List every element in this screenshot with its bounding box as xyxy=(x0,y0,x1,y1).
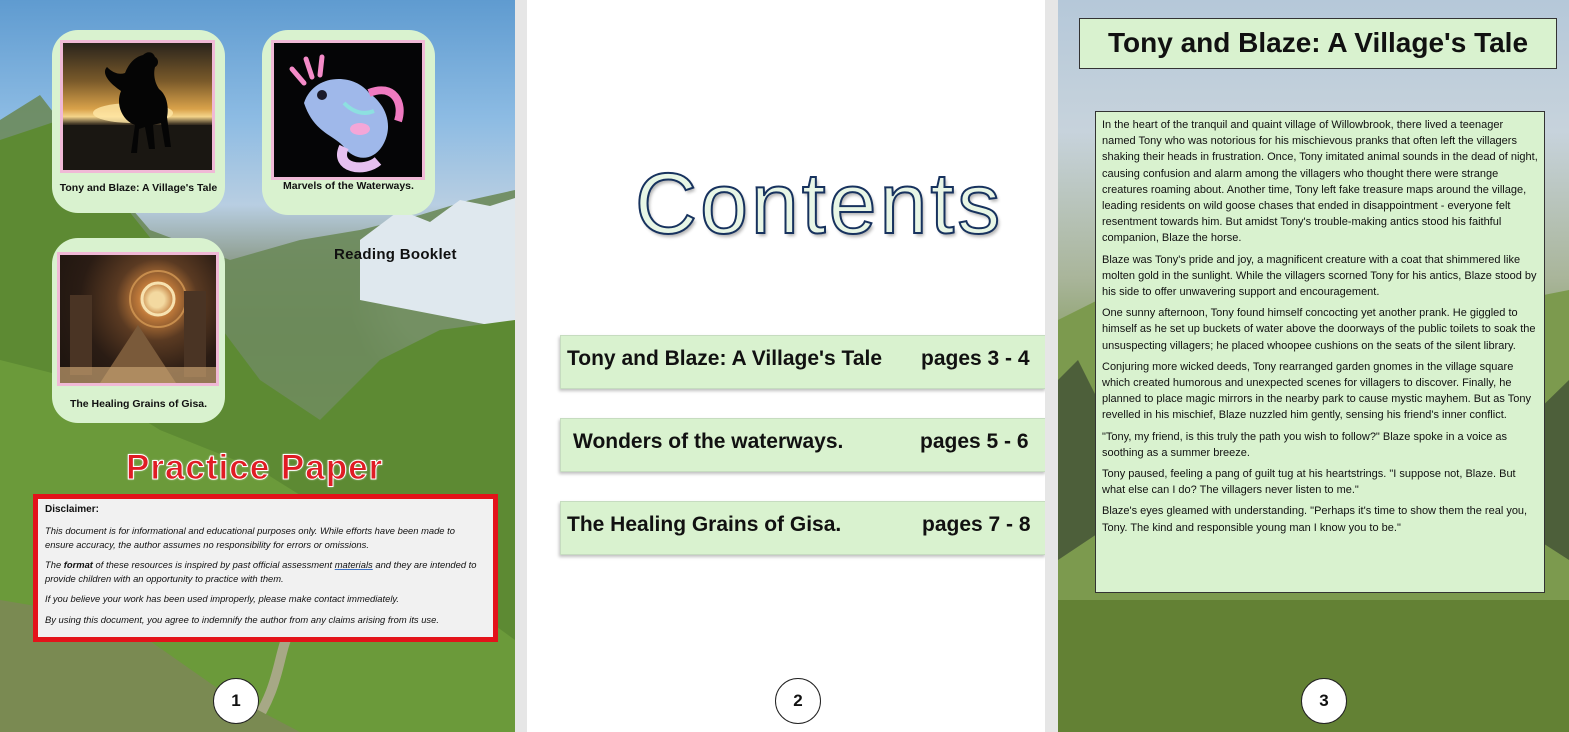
bold-word-format: format xyxy=(63,559,93,570)
toc-entry-pages: pages 3 - 4 xyxy=(921,347,1030,370)
toc-entry-pages: pages 5 - 6 xyxy=(920,430,1029,453)
disclaimer-box: Disclaimer: This document is for informa… xyxy=(33,494,498,642)
toc-entry-title: Wonders of the waterways. xyxy=(573,430,844,453)
story-text-box: In the heart of the tranquil and quaint … xyxy=(1095,111,1545,593)
card-caption: Tony and Blaze: A Village's Tale xyxy=(59,182,218,194)
horse-silhouette-sunset-icon xyxy=(60,40,215,173)
text-span: of these resources is inspired by past o… xyxy=(92,559,335,570)
toc-entry[interactable]: Tony and Blaze: A Village's Tale pages 3… xyxy=(560,335,1045,389)
story-paragraph: Tony paused, feeling a pang of guilt tug… xyxy=(1102,468,1516,497)
story-paragraph: In the heart of the tranquil and quaint … xyxy=(1102,119,1538,245)
page-number-badge: 2 xyxy=(775,678,821,724)
story-paragraph: Blaze was Tony's pride and joy, a magnif… xyxy=(1102,253,1537,299)
toc-entry-title: Tony and Blaze: A Village's Tale xyxy=(567,347,883,370)
ancient-cosmic-temple-icon xyxy=(57,252,219,386)
disclaimer-title: Disclaimer: xyxy=(45,504,99,515)
disclaimer-paragraph: The format of these resources is inspire… xyxy=(45,558,486,585)
reading-booklet-label: Reading Booklet xyxy=(334,246,457,263)
disclaimer-paragraph: This document is for informational and e… xyxy=(45,525,455,550)
spellcheck-underlined-word[interactable]: materials xyxy=(335,559,373,570)
page-1-cover: Tony and Blaze: A Village's Tale Marvels… xyxy=(0,0,515,732)
page-number-badge: 3 xyxy=(1301,678,1347,724)
story-card-marvels-of-the-waterways[interactable]: Marvels of the Waterways. xyxy=(262,30,435,215)
toc-entry-title: The Healing Grains of Gisa. xyxy=(567,513,842,536)
card-caption: The Healing Grains of Gisa. xyxy=(69,398,208,410)
text-span: The xyxy=(45,559,64,570)
practice-paper-title: Practice Paper xyxy=(125,448,384,488)
disclaimer-paragraph: By using this document, you agree to ind… xyxy=(45,613,439,625)
page-number-badge: 1 xyxy=(213,678,259,724)
story-paragraph: "Tony, my friend, is this truly the path… xyxy=(1102,430,1508,459)
toc-entry[interactable]: The Healing Grains of Gisa. pages 7 - 8 xyxy=(560,501,1045,555)
story-card-tony-and-blaze[interactable]: Tony and Blaze: A Village's Tale xyxy=(52,30,225,213)
toc-entry[interactable]: Wonders of the waterways. pages 5 - 6 xyxy=(560,418,1045,472)
card-caption: Marvels of the Waterways. xyxy=(283,180,414,192)
disclaimer-paragraph: If you believe your work has been used i… xyxy=(45,593,399,604)
story-paragraph: One sunny afternoon, Tony found himself … xyxy=(1102,307,1536,352)
page-2-contents: Contents Tony and Blaze: A Village's Tal… xyxy=(527,0,1045,732)
axolotl-illustration-icon xyxy=(271,40,425,180)
story-paragraph: Blaze's eyes gleamed with understanding.… xyxy=(1102,505,1528,534)
contents-heading: Contents xyxy=(634,155,1004,253)
story-paragraph: Conjuring more wicked deeds, Tony rearra… xyxy=(1102,360,1531,422)
story-title: Tony and Blaze: A Village's Tale xyxy=(1079,18,1557,69)
document-workspace: Tony and Blaze: A Village's Tale Marvels… xyxy=(0,0,1569,732)
page-3-story: Tony and Blaze: A Village's Tale In the … xyxy=(1058,0,1569,732)
story-card-healing-grains-of-gisa[interactable]: The Healing Grains of Gisa. xyxy=(52,238,225,423)
toc-entry-pages: pages 7 - 8 xyxy=(922,513,1031,536)
